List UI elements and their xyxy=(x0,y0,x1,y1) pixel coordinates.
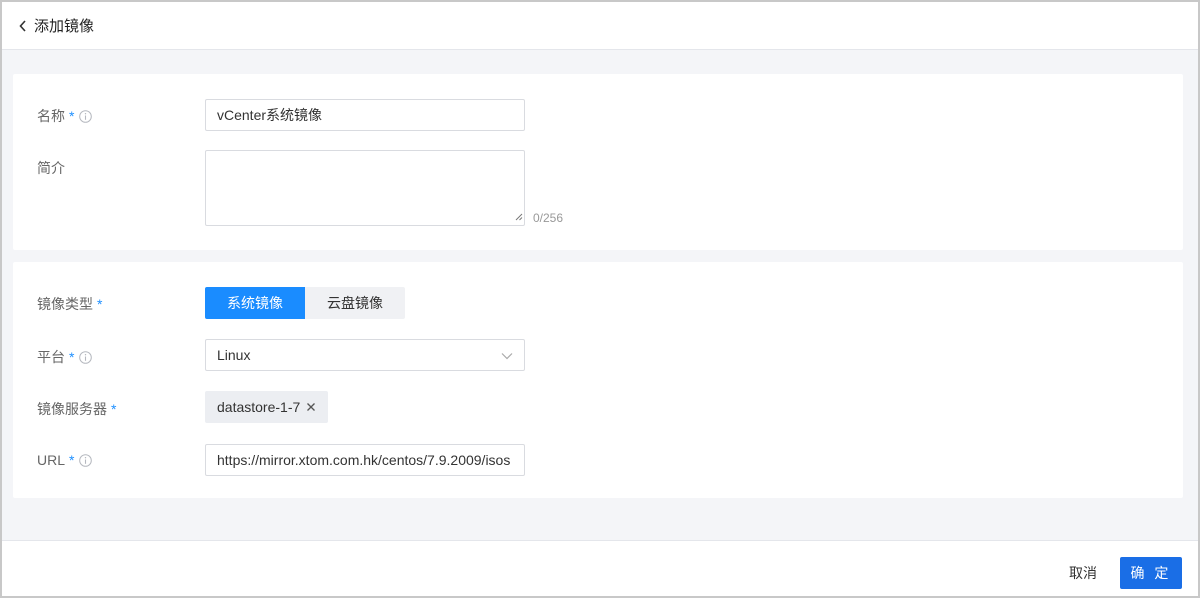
url-input[interactable] xyxy=(205,444,525,476)
required-mark: * xyxy=(69,108,75,124)
required-mark: * xyxy=(69,349,75,365)
server-tag: datastore-1-7 xyxy=(205,391,329,423)
required-mark: * xyxy=(69,452,75,468)
url-label: URL xyxy=(37,452,66,468)
required-mark: * xyxy=(111,401,117,417)
resize-grip-icon[interactable] xyxy=(515,208,523,224)
image-config-card: 镜像类型 * 系统镜像 云盘镜像 平台 * Linux 镜像服务器 * data… xyxy=(13,262,1183,498)
server-tag-label: datastore-1-7 xyxy=(217,399,301,415)
basic-info-card: 名称 * 简介 0/256 xyxy=(13,74,1183,250)
platform-label: 平台 xyxy=(37,349,65,365)
chevron-down-icon xyxy=(501,347,513,363)
required-mark: * xyxy=(97,296,103,312)
desc-label-row: 简介 xyxy=(37,158,65,178)
page-title: 添加镜像 xyxy=(34,18,95,35)
close-icon[interactable] xyxy=(306,402,316,412)
cancel-button[interactable]: 取消 xyxy=(1058,557,1108,589)
image-type-switch: 系统镜像 云盘镜像 xyxy=(205,287,405,319)
desc-label: 简介 xyxy=(37,160,65,176)
chevron-left-icon[interactable] xyxy=(16,19,30,33)
server-label-row: 镜像服务器 * xyxy=(37,399,116,419)
add-image-page: 添加镜像 名称 * 简介 0/256 镜像类型 * 系统镜像 云盘镜像 xyxy=(0,0,1200,598)
name-input[interactable] xyxy=(205,99,525,131)
info-icon[interactable] xyxy=(79,350,93,364)
type-label-row: 镜像类型 * xyxy=(37,294,102,314)
system-image-option[interactable]: 系统镜像 xyxy=(205,287,305,319)
description-textarea[interactable] xyxy=(205,150,525,226)
page-header: 添加镜像 xyxy=(2,2,1198,50)
name-label: 名称 xyxy=(37,108,65,124)
platform-selected-value: Linux xyxy=(217,347,251,363)
footer-bar: 取消 确 定 xyxy=(2,540,1198,596)
confirm-button[interactable]: 确 定 xyxy=(1120,557,1182,589)
name-label-row: 名称 * xyxy=(37,106,93,126)
url-label-row: URL * xyxy=(37,452,93,468)
info-icon[interactable] xyxy=(79,109,93,123)
char-counter: 0/256 xyxy=(533,211,564,225)
platform-select[interactable]: Linux xyxy=(205,339,525,371)
disk-image-option[interactable]: 云盘镜像 xyxy=(305,287,405,319)
info-icon[interactable] xyxy=(79,453,93,467)
type-label: 镜像类型 xyxy=(37,296,93,312)
platform-label-row: 平台 * xyxy=(37,347,93,367)
server-label: 镜像服务器 xyxy=(37,401,107,417)
